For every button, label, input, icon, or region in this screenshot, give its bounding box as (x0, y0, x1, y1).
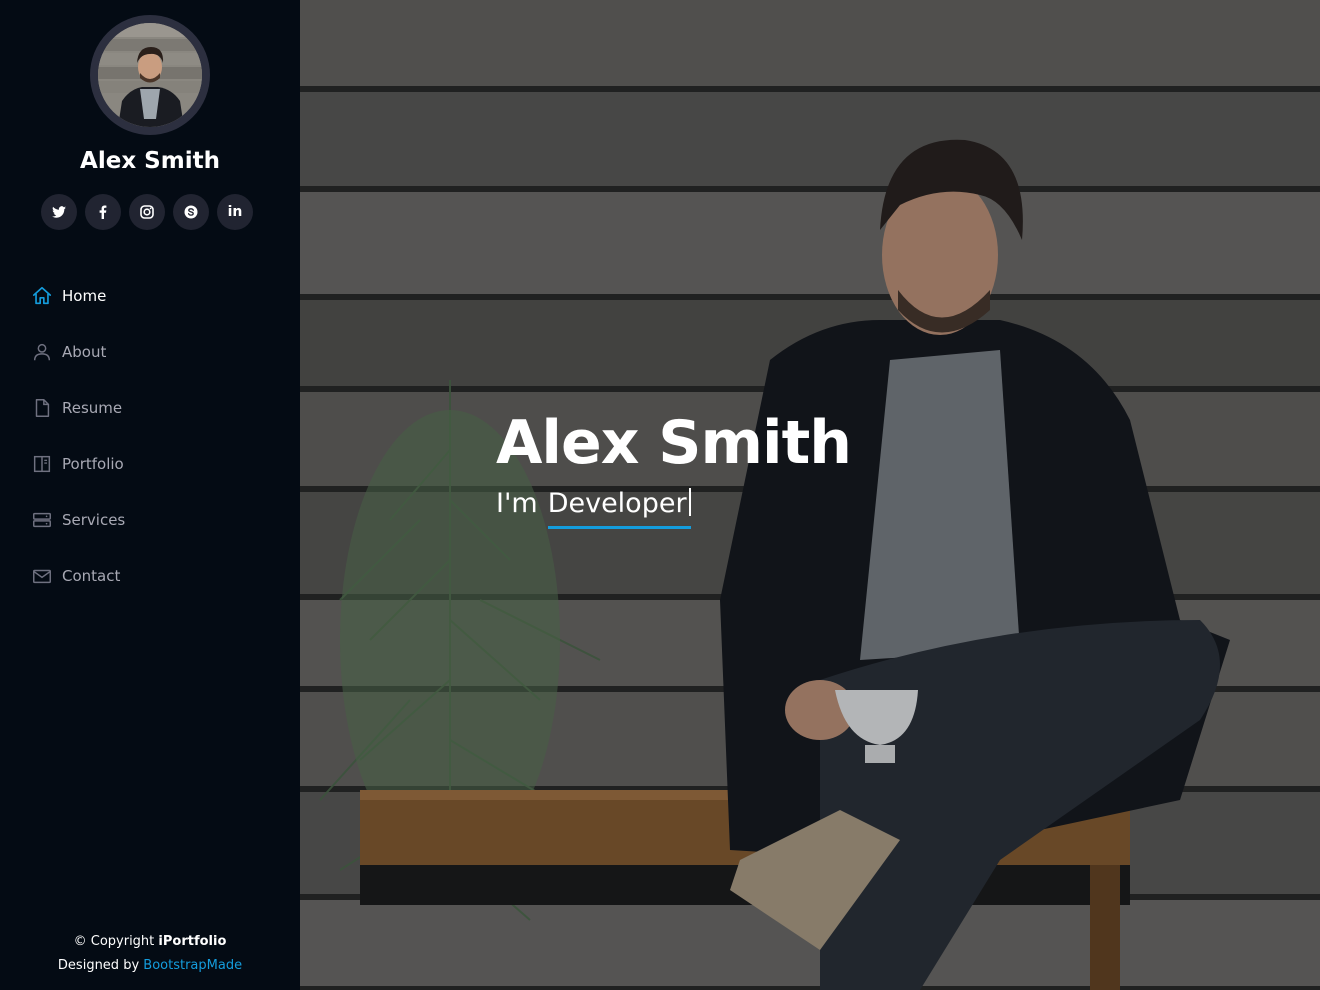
instagram-link[interactable] (129, 194, 165, 230)
nav-item-about[interactable]: About (30, 324, 270, 380)
hero-title: Alex Smith (496, 408, 852, 478)
person-icon (30, 340, 54, 364)
designed-by-link[interactable]: BootstrapMade (143, 958, 242, 973)
twitter-link[interactable] (41, 194, 77, 230)
hero-section: Alex Smith I'm Developer (300, 0, 1320, 990)
designed-by-prefix: Designed by (57, 958, 140, 973)
home-icon (30, 284, 54, 308)
nav-label-portfolio: Portfolio (62, 455, 124, 473)
nav-item-resume[interactable]: Resume (30, 380, 270, 436)
file-icon (30, 396, 54, 420)
nav-label-about: About (62, 343, 107, 361)
nav-label-contact: Contact (62, 567, 121, 585)
nav-item-contact[interactable]: Contact (30, 548, 270, 604)
nav-item-services[interactable]: Services (30, 492, 270, 548)
server-icon (30, 508, 54, 532)
typed-text-wrapper: Developer (547, 488, 691, 529)
skype-link[interactable] (173, 194, 209, 230)
sidebar: Alex Smith in Home About Resume Portfoli… (0, 0, 300, 990)
nav-menu: Home About Resume Portfolio Services Con… (30, 268, 270, 604)
linkedin-icon: in (227, 204, 243, 220)
footer: © Copyright iPortfolio Designed by Boots… (0, 930, 300, 978)
nav-label-services: Services (62, 511, 126, 529)
brand-name: iPortfolio (158, 934, 227, 949)
nav-label-home: Home (62, 287, 107, 305)
facebook-icon (99, 205, 107, 219)
typing-cursor (688, 488, 691, 516)
profile-avatar[interactable] (90, 15, 210, 135)
twitter-icon (52, 206, 66, 218)
profile-name: Alex Smith (80, 148, 220, 174)
credits-line: Designed by BootstrapMade (0, 954, 300, 978)
nav-item-home[interactable]: Home (30, 268, 270, 324)
copyright-line: © Copyright iPortfolio (0, 930, 300, 954)
nav-item-portfolio[interactable]: Portfolio (30, 436, 270, 492)
hero-content: Alex Smith I'm Developer (496, 408, 852, 529)
instagram-icon (140, 205, 154, 219)
copyright-prefix: © Copyright (73, 934, 155, 949)
hero-subtitle-prefix: I'm (496, 488, 538, 519)
social-links: in (41, 194, 261, 230)
skype-icon (184, 205, 198, 219)
envelope-icon (30, 564, 54, 588)
typed-text: Developer (547, 488, 687, 519)
facebook-link[interactable] (85, 194, 121, 230)
book-half-icon (30, 452, 54, 476)
linkedin-link[interactable]: in (217, 194, 253, 230)
profile-photo (98, 23, 202, 127)
nav-label-resume: Resume (62, 399, 123, 417)
hero-subtitle: I'm Developer (496, 488, 851, 529)
